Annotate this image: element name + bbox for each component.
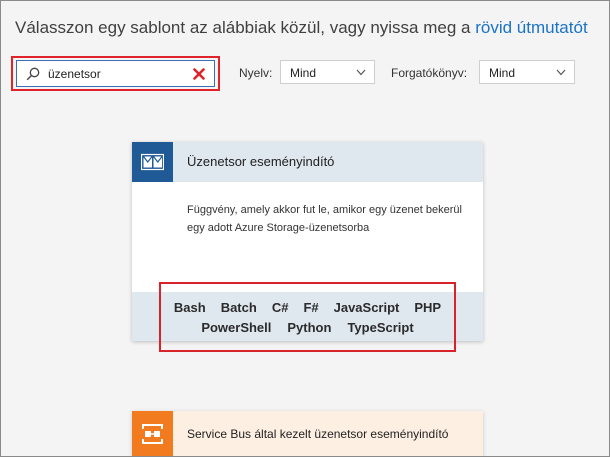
card-header: Üzenetsor eseményindító [132,142,483,182]
template-card-service-bus-trigger[interactable]: Service Bus által kezelt üzenetsor esemé… [132,411,483,456]
search-icon [26,67,40,81]
language-highlight-box [159,282,456,352]
service-bus-icon [132,411,173,456]
quickstart-link[interactable]: rövid útmutatót [475,18,587,37]
heading-text: Válasszon egy sablont az alábbiak közül,… [15,18,471,37]
card-title: Service Bus által kezelt üzenetsor esemé… [187,427,449,441]
queue-envelope-icon [132,142,173,182]
card-title: Üzenetsor eseményindító [187,154,335,169]
template-picker-panel: Válasszon egy sablont az alábbiak közül,… [0,0,610,457]
chevron-down-icon [556,69,566,76]
search-value: üzenetsor [48,67,101,81]
scenario-select[interactable]: Mind [479,60,575,84]
scenario-select-value: Mind [489,66,516,80]
language-select-value: Mind [290,66,317,80]
chevron-down-icon [356,69,366,76]
card-description: Függvény, amely akkor fut le, amikor egy… [187,204,462,234]
search-input[interactable]: üzenetsor [16,60,215,87]
language-filter-label: Nyelv: [239,66,273,80]
close-icon[interactable] [193,68,205,80]
page-heading: Válasszon egy sablont az alábbiak közül,… [15,18,588,38]
scenario-filter-label: Forgatókönyv: [391,66,468,80]
language-select[interactable]: Mind [280,60,375,84]
